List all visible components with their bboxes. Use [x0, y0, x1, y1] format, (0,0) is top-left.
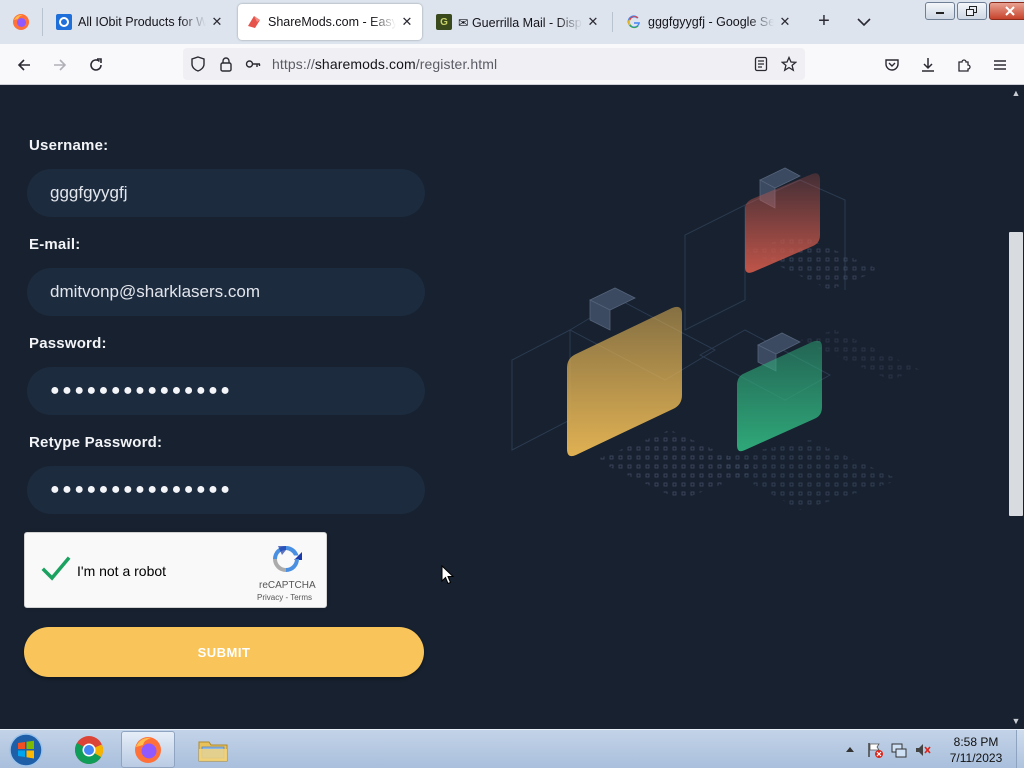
tab-iobit[interactable]: All IObit Products for Wi ✕: [48, 4, 232, 40]
download-icon: [922, 58, 934, 72]
reload-icon: [90, 58, 102, 71]
minimize-icon: [936, 12, 944, 14]
key-icon[interactable]: [245, 56, 261, 72]
scroll-up-arrow-icon[interactable]: ▲: [1011, 88, 1021, 98]
tab-title: ✉ Guerrilla Mail - Dispos: [458, 15, 582, 30]
start-button[interactable]: [4, 731, 48, 768]
tab-separator: [612, 12, 613, 32]
folder-icon: [198, 741, 228, 761]
chrome-icon: [75, 735, 104, 764]
taskbar-file-explorer[interactable]: [186, 731, 240, 768]
close-tab-icon[interactable]: ✕: [586, 14, 600, 29]
windows-start-icon: [9, 732, 43, 767]
bookmark-star-icon[interactable]: [781, 56, 797, 72]
tab-separator: [42, 8, 43, 36]
clock-time: 8:58 PM: [953, 735, 999, 749]
downloads-button[interactable]: [915, 52, 941, 78]
hamburger-menu-icon: [994, 60, 1006, 70]
recaptcha-label: I'm not a robot: [77, 563, 167, 579]
show-desktop-button[interactable]: [1016, 730, 1024, 768]
tab-strip: All IObit Products for Wi ✕ ShareMods.co…: [0, 0, 1024, 44]
iobit-icon: [56, 14, 72, 30]
submit-button[interactable]: SUBMIT: [24, 627, 424, 677]
back-button[interactable]: [11, 52, 37, 78]
url-prefix: https://: [272, 56, 315, 72]
password-field[interactable]: ●●●●●●●●●●●●●●●: [27, 367, 425, 415]
guerrilla-mail-icon: G: [436, 14, 452, 30]
scroll-down-arrow-icon[interactable]: ▼: [1011, 716, 1021, 726]
email-field[interactable]: dmitvonp@sharklasers.com: [27, 268, 425, 316]
puzzle-icon: [958, 59, 971, 72]
lock-icon[interactable]: [218, 56, 234, 72]
close-icon: [1005, 6, 1015, 16]
taskbar-firefox[interactable]: [121, 731, 175, 768]
address-bar[interactable]: https://sharemods.com/register.html: [183, 48, 805, 80]
forward-button[interactable]: [47, 52, 73, 78]
windows-taskbar: 8:58 PM 7/11/2023: [0, 729, 1024, 768]
decorative-illustration: [511, 167, 920, 510]
taskbar-chrome[interactable]: [62, 731, 116, 768]
close-tab-icon[interactable]: ✕: [400, 14, 414, 29]
close-tab-icon[interactable]: ✕: [210, 14, 224, 29]
terms-link[interactable]: Terms: [290, 593, 312, 602]
privacy-link[interactable]: Privacy: [257, 593, 283, 602]
retype-password-field[interactable]: ●●●●●●●●●●●●●●●: [27, 466, 425, 514]
minimize-button[interactable]: [925, 2, 955, 20]
password-label: Password:: [29, 335, 107, 352]
tracking-protection-shield-icon[interactable]: [190, 56, 206, 72]
volume-muted-icon[interactable]: [914, 741, 932, 759]
app-menu-button[interactable]: [987, 52, 1013, 78]
action-center-flag-icon[interactable]: [866, 741, 884, 759]
recaptcha-widget: I'm not a robot reCAPTCHA Privacy - Term…: [24, 532, 327, 608]
firefox-view-button[interactable]: [0, 0, 42, 44]
url-path: /register.html: [415, 56, 498, 72]
url-host: sharemods.com: [314, 56, 416, 72]
forward-arrow-icon: [54, 59, 67, 71]
reader-view-icon[interactable]: [753, 56, 769, 72]
close-window-button[interactable]: [989, 2, 1024, 20]
extensions-button[interactable]: [951, 52, 977, 78]
recaptcha-links: Privacy - Terms: [257, 593, 312, 602]
window-controls: [925, 2, 1024, 20]
tab-title: All IObit Products for Wi: [78, 15, 206, 29]
recaptcha-logo-icon: [273, 546, 302, 572]
sharemods-icon: [246, 14, 262, 30]
reload-button[interactable]: [83, 52, 109, 78]
tab-google-search[interactable]: gggfgyygfj - Google Sear ✕: [618, 4, 800, 40]
network-icon[interactable]: [890, 741, 908, 759]
pocket-button[interactable]: [879, 52, 905, 78]
mouse-cursor-icon: [441, 565, 455, 585]
tab-title: ShareMods.com - Easy w: [268, 15, 396, 29]
page-scrollbar[interactable]: ▲ ▼: [1008, 85, 1024, 729]
close-tab-icon[interactable]: ✕: [778, 14, 792, 29]
tab-title: gggfgyygfj - Google Sear: [648, 15, 774, 29]
navigation-toolbar: https://sharemods.com/register.html: [0, 44, 1024, 85]
page-content: Username: gggfgyygfj E-mail: dmitvonp@sh…: [0, 85, 1008, 729]
tab-sharemods[interactable]: ShareMods.com - Easy w ✕: [238, 4, 422, 40]
firefox-icon: [13, 14, 29, 30]
username-label: Username:: [29, 137, 109, 154]
clock-date: 7/11/2023: [949, 751, 1003, 765]
email-label: E-mail:: [29, 236, 81, 253]
system-clock[interactable]: 8:58 PM 7/11/2023: [940, 734, 1012, 766]
scrollbar-thumb[interactable]: [1009, 232, 1023, 516]
username-field[interactable]: gggfgyygfj: [27, 169, 425, 217]
recaptcha-brand: reCAPTCHA: [259, 580, 316, 591]
tile-green: [737, 340, 822, 452]
restore-button[interactable]: [957, 2, 987, 20]
retype-password-label: Retype Password:: [29, 434, 163, 451]
url-text[interactable]: https://sharemods.com/register.html: [272, 56, 497, 72]
google-icon: [626, 14, 642, 30]
checkmark-icon[interactable]: [41, 555, 71, 583]
tab-guerrilla-mail[interactable]: G ✉ Guerrilla Mail - Dispos ✕: [428, 4, 608, 40]
firefox-icon: [135, 736, 161, 763]
list-all-tabs-icon[interactable]: [854, 12, 874, 32]
back-arrow-icon: [17, 59, 30, 71]
show-hidden-icons-icon[interactable]: [845, 745, 855, 753]
new-tab-button[interactable]: +: [812, 10, 836, 34]
restore-icon: [966, 6, 977, 16]
pocket-icon: [885, 59, 899, 71]
